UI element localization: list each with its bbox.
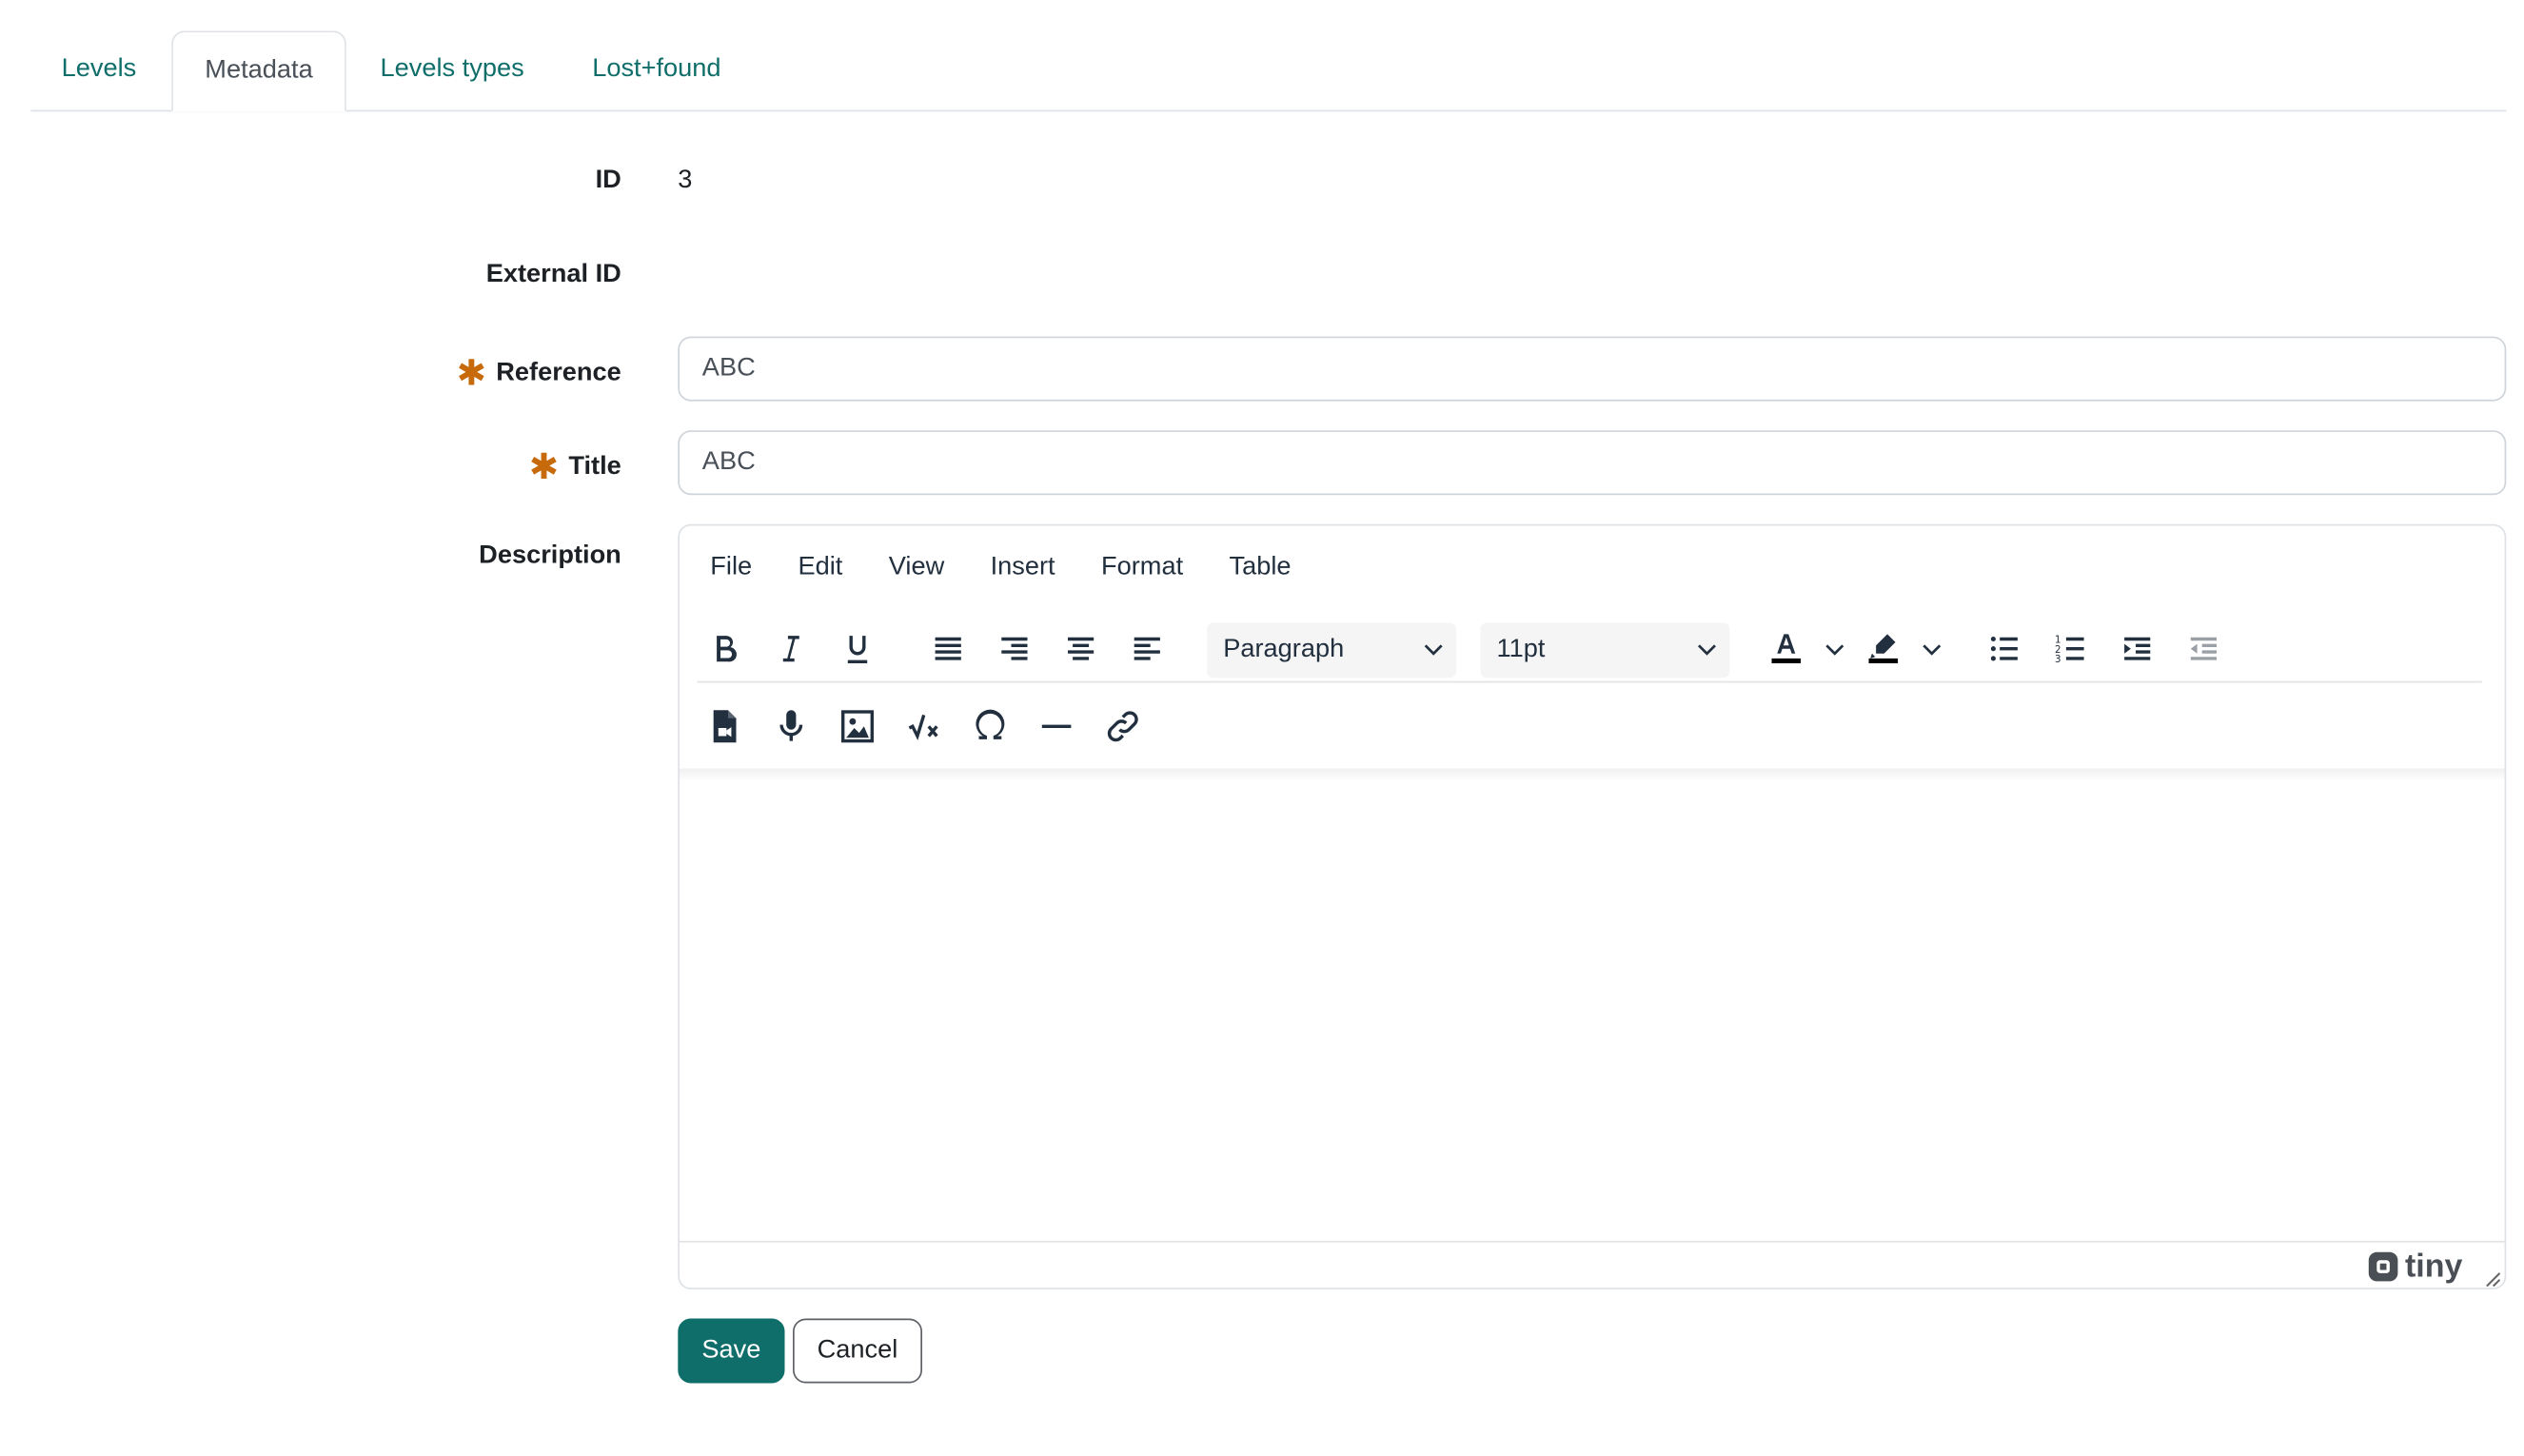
reference-label: Reference bbox=[496, 359, 621, 387]
font-size-value: 11pt bbox=[1496, 636, 1546, 663]
menu-insert[interactable]: Insert bbox=[984, 548, 1062, 587]
chevron-down-icon bbox=[1424, 623, 1443, 699]
chevron-down-icon[interactable] bbox=[1918, 623, 1947, 675]
link-icon[interactable] bbox=[1097, 700, 1149, 752]
tiny-brand-text: tiny bbox=[2404, 1248, 2463, 1284]
external-id-label: External ID bbox=[485, 260, 621, 288]
editor-statusbar: tiny bbox=[680, 1240, 2505, 1289]
rich-text-editor: File Edit View Insert Format Table Parag… bbox=[678, 523, 2507, 1289]
editor-toolbar-primary: Paragraph 11pt 123 bbox=[697, 617, 2482, 683]
tab-lost-found[interactable]: Lost+found bbox=[592, 30, 720, 109]
reference-input[interactable] bbox=[678, 336, 2507, 402]
numbered-list-icon[interactable]: 123 bbox=[2045, 623, 2097, 675]
block-format-value: Paragraph bbox=[1223, 636, 1345, 663]
indent-icon[interactable] bbox=[2112, 623, 2163, 675]
cancel-button[interactable]: Cancel bbox=[793, 1318, 922, 1384]
bold-icon[interactable] bbox=[699, 623, 750, 675]
outdent-icon[interactable] bbox=[2178, 623, 2229, 675]
required-asterisk-icon: ✱ bbox=[456, 352, 487, 394]
tab-metadata[interactable]: Metadata bbox=[171, 30, 346, 112]
svg-text:3: 3 bbox=[2055, 655, 2061, 665]
align-justify-icon[interactable] bbox=[922, 623, 974, 675]
tiny-logo-icon bbox=[2369, 1251, 2399, 1282]
bullet-list-icon[interactable] bbox=[1979, 623, 2030, 675]
tab-bar: Levels Metadata Levels types Lost+found bbox=[30, 30, 2507, 112]
horizontal-rule-icon[interactable] bbox=[1031, 700, 1082, 752]
menu-edit[interactable]: Edit bbox=[792, 548, 849, 587]
chevron-down-icon bbox=[1697, 623, 1716, 699]
special-character-icon[interactable] bbox=[964, 700, 1016, 752]
align-center-icon[interactable] bbox=[1055, 623, 1106, 675]
text-color-icon[interactable] bbox=[1761, 623, 1812, 675]
tiny-brand-logo[interactable]: tiny bbox=[2368, 1248, 2463, 1284]
block-format-dropdown[interactable]: Paragraph bbox=[1207, 622, 1456, 679]
math-equation-icon[interactable] bbox=[898, 700, 950, 752]
title-label: Title bbox=[568, 453, 621, 481]
align-right-icon[interactable] bbox=[989, 623, 1040, 675]
media-file-icon[interactable] bbox=[699, 700, 750, 752]
microphone-icon[interactable] bbox=[765, 700, 817, 752]
reference-label-row: ✱ Reference bbox=[457, 353, 621, 395]
underline-icon[interactable] bbox=[832, 623, 883, 675]
align-left-icon[interactable] bbox=[1121, 623, 1173, 675]
required-asterisk-icon: ✱ bbox=[528, 446, 560, 487]
description-label: Description bbox=[479, 541, 621, 570]
title-input[interactable] bbox=[678, 430, 2507, 496]
menu-file[interactable]: File bbox=[704, 548, 759, 587]
id-value: 3 bbox=[678, 167, 693, 194]
font-size-dropdown[interactable]: 11pt bbox=[1480, 622, 1730, 679]
id-label: ID bbox=[595, 167, 621, 194]
tab-levels[interactable]: Levels bbox=[62, 30, 137, 109]
italic-icon[interactable] bbox=[765, 623, 817, 675]
highlight-color-icon[interactable] bbox=[1858, 623, 1909, 675]
editor-menubar: File Edit View Insert Format Table bbox=[704, 548, 1324, 597]
menu-table[interactable]: Table bbox=[1223, 548, 1298, 587]
tab-levels-types[interactable]: Levels types bbox=[381, 30, 524, 109]
image-icon[interactable] bbox=[832, 700, 883, 752]
page: Levels Metadata Levels types Lost+found … bbox=[0, 0, 2524, 1456]
resize-handle-icon[interactable] bbox=[2482, 1267, 2501, 1288]
chevron-down-icon[interactable] bbox=[1821, 623, 1850, 675]
editor-content-area[interactable] bbox=[680, 772, 2505, 1241]
menu-format[interactable]: Format bbox=[1094, 548, 1190, 587]
save-button[interactable]: Save bbox=[678, 1318, 785, 1384]
title-label-row: ✱ Title bbox=[529, 446, 621, 488]
menu-view[interactable]: View bbox=[882, 548, 951, 587]
